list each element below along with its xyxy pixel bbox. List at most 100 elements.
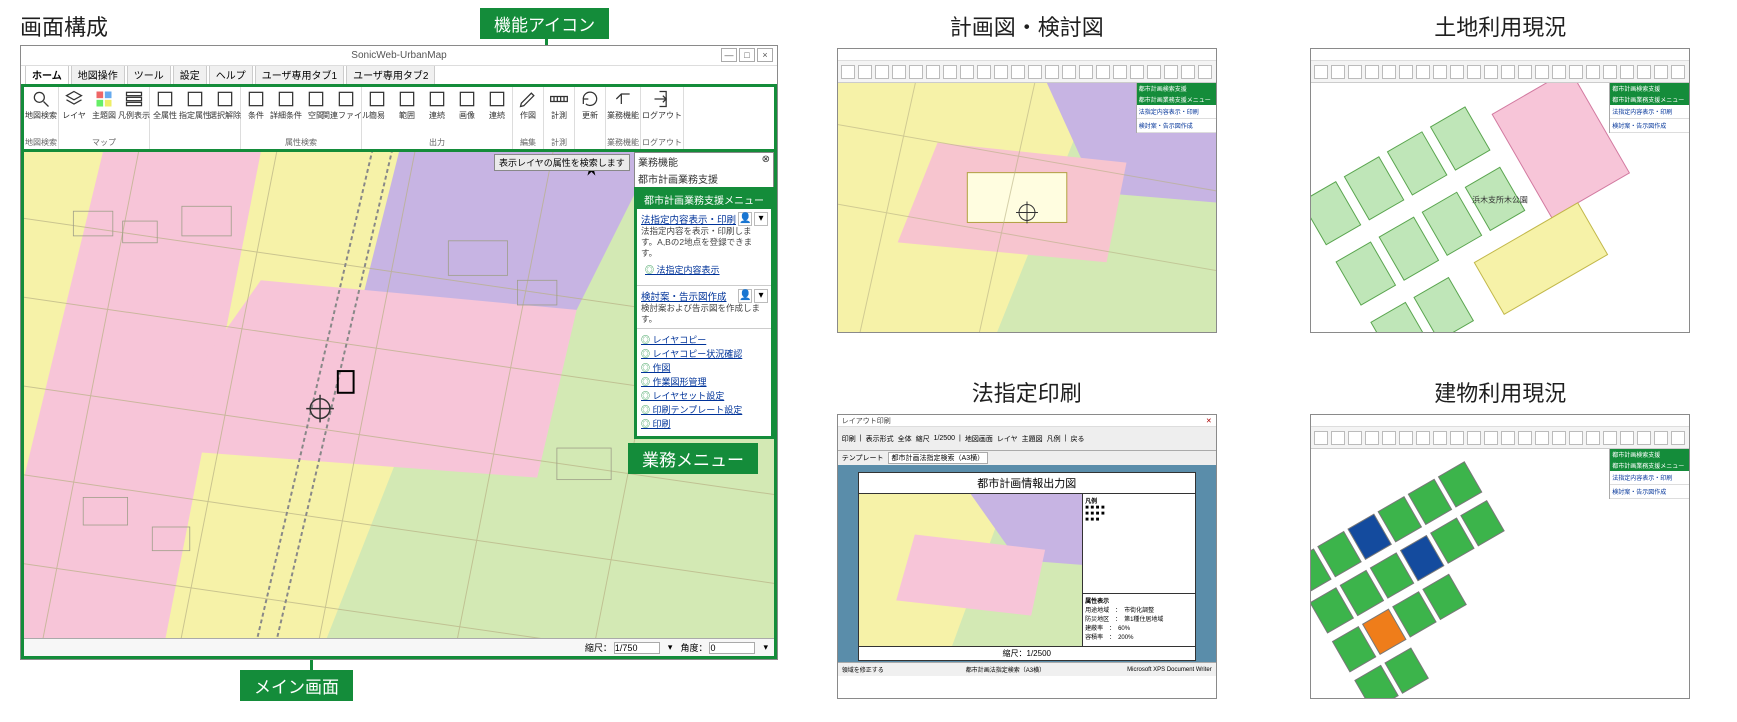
menu-link[interactable]: 印刷テンプレート設定	[641, 403, 767, 416]
toolbar-icon[interactable]	[1382, 65, 1396, 79]
toolbar-icon[interactable]	[1654, 65, 1668, 79]
toolbar-icon[interactable]	[1399, 65, 1413, 79]
logout-icon[interactable]: ログアウト	[648, 89, 676, 121]
image-icon[interactable]: 画像	[453, 89, 481, 121]
legend-icon[interactable]: 凡例表示	[120, 89, 148, 121]
toolbar-icon[interactable]	[1637, 65, 1651, 79]
toolbar-icon[interactable]	[1620, 65, 1634, 79]
refresh-icon[interactable]: 更新	[576, 89, 604, 121]
toolbar-icon[interactable]	[1620, 431, 1634, 445]
chevron-down-icon[interactable]: ▾	[754, 212, 768, 226]
tab-mapop[interactable]: 地図操作	[71, 64, 125, 84]
edit-region-link[interactable]: 領域を修正する	[842, 665, 884, 674]
detail-cond-icon[interactable]: 詳細条件	[272, 89, 300, 121]
toolbar-icon[interactable]	[1586, 65, 1600, 79]
toolbar-icon[interactable]	[1164, 65, 1178, 79]
angle-input[interactable]	[709, 642, 755, 654]
print-button[interactable]: 印刷	[842, 434, 856, 444]
measure-icon[interactable]: 計測	[545, 89, 573, 121]
toolbar-icon[interactable]	[1552, 65, 1566, 79]
toolbar-icon[interactable]	[1011, 65, 1025, 79]
toolbar-icon[interactable]	[1535, 431, 1549, 445]
toolbar-icon[interactable]	[1569, 65, 1583, 79]
person-icon[interactable]: 👤	[738, 289, 752, 303]
person-icon[interactable]: 👤	[738, 212, 752, 226]
simple-icon[interactable]: 簡易	[363, 89, 391, 121]
toolbar-icon[interactable]	[1450, 431, 1464, 445]
toolbar-icon[interactable]	[1467, 65, 1481, 79]
scale-input[interactable]	[614, 642, 660, 654]
toolbar-icon[interactable]	[1535, 65, 1549, 79]
toolbar-icon[interactable]	[1501, 65, 1515, 79]
layer-icon[interactable]: レイヤ	[60, 89, 88, 121]
toolbar-icon[interactable]	[1331, 431, 1345, 445]
all-attr-icon[interactable]: 全属性	[151, 89, 179, 121]
toolbar-icon[interactable]	[892, 65, 906, 79]
template-select[interactable]: 都市計画法指定検索（A3横）	[888, 452, 989, 464]
toolbar-icon[interactable]	[926, 65, 940, 79]
toolbar-icon[interactable]	[1399, 431, 1413, 445]
toolbar-icon[interactable]	[1654, 431, 1668, 445]
toolbar-icon[interactable]	[1484, 431, 1498, 445]
toolbar-icon[interactable]	[994, 65, 1008, 79]
menu-link[interactable]: 印刷	[641, 417, 767, 430]
toolbar-icon[interactable]	[1586, 431, 1600, 445]
search-icon[interactable]: 地図検索	[27, 89, 55, 121]
thematic-button[interactable]: 主題図	[1022, 434, 1043, 444]
tab-user2[interactable]: ユーザ専用タブ2	[346, 64, 435, 84]
toolbar-icon[interactable]	[943, 65, 957, 79]
toolbar-icon[interactable]	[1433, 65, 1447, 79]
toolbar-icon[interactable]	[1079, 65, 1093, 79]
menu-link[interactable]: レイヤセット設定	[641, 389, 767, 402]
tab-user1[interactable]: ユーザ専用タブ1	[255, 64, 344, 84]
toolbar-icon[interactable]	[1147, 65, 1161, 79]
close-icon[interactable]: ⊗	[762, 154, 770, 169]
toolbar-icon[interactable]	[1130, 65, 1144, 79]
toolbar-icon[interactable]	[1603, 65, 1617, 79]
toolbar-icon[interactable]	[1671, 65, 1685, 79]
thematic-icon[interactable]: 主題図	[90, 89, 118, 121]
toolbar-icon[interactable]	[1603, 431, 1617, 445]
map-area[interactable]: 表示レイヤの属性を検索します 業務機能⊗ 都市計画業務支援 都市計画業務支援メニ…	[21, 152, 777, 659]
chevron-down-icon[interactable]: ▾	[668, 642, 673, 653]
toolbar-icon[interactable]	[1501, 431, 1515, 445]
toolbar-icon[interactable]	[1552, 431, 1566, 445]
continuous2-icon[interactable]: 連続	[483, 89, 511, 121]
menu-link[interactable]: レイヤコピー	[641, 333, 767, 346]
toolbar-icon[interactable]	[1671, 431, 1685, 445]
minimize-button[interactable]: —	[721, 48, 737, 62]
toolbar-icon[interactable]	[909, 65, 923, 79]
toolbar-icon[interactable]	[1416, 431, 1430, 445]
maximize-button[interactable]: □	[739, 48, 755, 62]
toolbar-icon[interactable]	[1198, 65, 1212, 79]
business-icon[interactable]: 業務機能	[609, 89, 637, 121]
toolbar-icon[interactable]	[1348, 65, 1362, 79]
layer-button[interactable]: レイヤ	[997, 434, 1018, 444]
spec-attr-icon[interactable]: 指定属性	[181, 89, 209, 121]
toolbar-icon[interactable]	[1637, 431, 1651, 445]
legend-button[interactable]: 凡例	[1047, 434, 1061, 444]
close-icon[interactable]: ✕	[1206, 417, 1212, 425]
toolbar-icon[interactable]	[1433, 431, 1447, 445]
toolbar-icon[interactable]	[1484, 65, 1498, 79]
range-icon[interactable]: 範囲	[393, 89, 421, 121]
toolbar-icon[interactable]	[1518, 431, 1532, 445]
menu-link[interactable]: 作業図形管理	[641, 375, 767, 388]
menu-link[interactable]: 法指定内容表示	[645, 263, 763, 276]
toolbar-icon[interactable]	[1348, 431, 1362, 445]
toolbar-icon[interactable]	[1062, 65, 1076, 79]
tab-help[interactable]: ヘルプ	[209, 64, 253, 84]
toolbar-icon[interactable]	[1450, 65, 1464, 79]
toolbar-icon[interactable]	[875, 65, 889, 79]
toolbar-icon[interactable]	[1314, 65, 1328, 79]
continuous-icon[interactable]: 連続	[423, 89, 451, 121]
scale-value[interactable]: 1/2500	[934, 435, 955, 442]
toolbar-icon[interactable]	[1045, 65, 1059, 79]
condition-icon[interactable]: 条件	[242, 89, 270, 121]
toolbar-icon[interactable]	[1569, 431, 1583, 445]
related-file-icon[interactable]: 関連ファイル	[332, 89, 360, 121]
back-button[interactable]: 戻る	[1070, 434, 1084, 444]
toolbar-icon[interactable]	[1518, 65, 1532, 79]
draw-icon[interactable]: 作図	[514, 89, 542, 121]
tab-settings[interactable]: 設定	[173, 64, 207, 84]
